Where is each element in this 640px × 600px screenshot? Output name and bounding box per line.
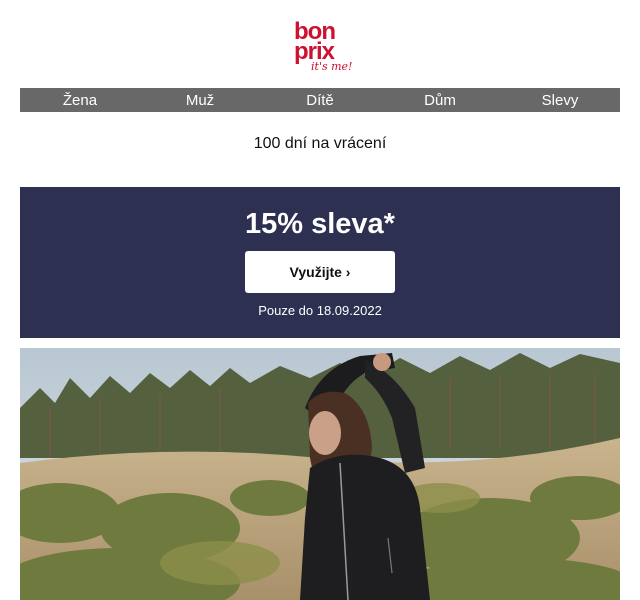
main-navigation: Žena Muž Dítě Dům Slevy — [20, 88, 620, 112]
brand-logo[interactable]: bon prix it's me! — [0, 0, 640, 88]
nav-item-dite[interactable]: Dítě — [260, 88, 380, 112]
promo-validity-note: Pouze do 18.09.2022 — [258, 303, 382, 318]
logo-tagline: it's me! — [311, 60, 353, 73]
promo-cta-button[interactable]: Využijte › — [245, 251, 395, 293]
hero-photo-illustration — [20, 348, 620, 600]
promo-title: 15% sleva* — [245, 208, 395, 240]
nav-item-dum[interactable]: Dům — [380, 88, 500, 112]
nav-item-muz[interactable]: Muž — [140, 88, 260, 112]
nav-item-slevy[interactable]: Slevy — [500, 88, 620, 112]
logo-wordmark: bon prix — [294, 20, 354, 65]
returns-policy-text: 100 dní na vrácení — [253, 135, 387, 152]
logo-line-2: prix — [294, 38, 335, 65]
hero-image[interactable] — [20, 348, 620, 600]
nav-item-zena[interactable]: Žena — [20, 88, 140, 112]
promo-banner: 15% sleva* Využijte › Pouze do 18.09.202… — [20, 187, 620, 338]
